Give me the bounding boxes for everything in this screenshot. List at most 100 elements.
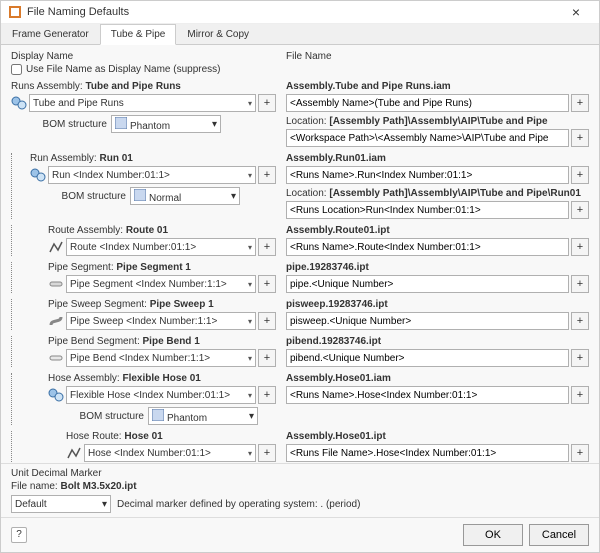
run-loc-input[interactable] <box>286 201 569 219</box>
hoseroute-file-input[interactable] <box>286 444 569 462</box>
content-area: Use File Name as Display Name (suppress)… <box>1 64 599 463</box>
pipesweep-file-add-button[interactable]: + <box>571 312 589 330</box>
pipeseg-display-add-button[interactable]: + <box>258 275 276 293</box>
unit-decimal-title: Unit Decimal Marker <box>11 468 589 479</box>
app-icon <box>9 6 21 18</box>
button-bar: ? OK Cancel <box>1 517 599 552</box>
sweep-icon <box>48 314 64 328</box>
help-button[interactable]: ? <box>11 527 27 543</box>
pipeseg-file-input[interactable] <box>286 275 569 293</box>
hoseroute-label-prefix: Hose Route: <box>66 431 122 442</box>
runs-asm-label-bold: Tube and Pipe Runs <box>85 81 180 92</box>
pipesweep-file-label: pisweep.19283746.ipt <box>286 299 388 310</box>
runs-asm-loc-add-button[interactable]: + <box>571 129 589 147</box>
hoseasm-file-add-button[interactable]: + <box>571 386 589 404</box>
hoseroute-display-add-button[interactable]: + <box>258 444 276 462</box>
hoseasm-display-select[interactable]: Flexible Hose <Index Number:01:1>▾ <box>66 386 256 404</box>
run-asm-display-select[interactable]: Run <Index Number:01:1>▾ <box>48 166 256 184</box>
window-title: File Naming Defaults <box>27 6 561 18</box>
pipesweep-label-bold: Pipe Sweep 1 <box>150 299 214 310</box>
runs-asm-file-input[interactable] <box>286 94 569 112</box>
assembly-icon <box>11 96 27 110</box>
pipesweep-display-select[interactable]: Pipe Sweep <Index Number:1:1>▾ <box>66 312 256 330</box>
route-display-select[interactable]: Route <Index Number:01:1>▾ <box>66 238 256 256</box>
hoseroute-file-add-button[interactable]: + <box>571 444 589 462</box>
bom2-select[interactable]: Normal▾ <box>130 187 240 205</box>
pipebend-label-bold: Pipe Bend 1 <box>143 336 200 347</box>
pipebend-display-add-button[interactable]: + <box>258 349 276 367</box>
hoseroute-display-select[interactable]: Hose <Index Number:01:1>▾ <box>84 444 256 462</box>
use-filename-as-display-label: Use File Name as Display Name (suppress) <box>26 64 221 75</box>
pipesweep-label-prefix: Pipe Sweep Segment: <box>48 299 147 310</box>
run-asm-label-prefix: Run Assembly: <box>30 153 97 164</box>
runs-asm-display-select[interactable]: Tube and Pipe Runs▾ <box>29 94 256 112</box>
route-display-add-button[interactable]: + <box>258 238 276 256</box>
use-filename-as-display-checkbox[interactable] <box>11 64 22 75</box>
run-asm-label-bold: Run 01 <box>99 153 132 164</box>
bom3-label: BOM structure <box>74 411 144 422</box>
run-asm-file-add-button[interactable]: + <box>571 166 589 184</box>
bom1-label: BOM structure <box>37 119 107 130</box>
hoseroute-file-label: Assembly.Hose01.ipt <box>286 431 386 442</box>
hoseasm-label-prefix: Hose Assembly: <box>48 373 120 384</box>
hoseasm-label-bold: Flexible Hose 01 <box>122 373 200 384</box>
run-asm-file-label: Assembly.Run01.iam <box>286 153 386 164</box>
pipesweep-display-add-button[interactable]: + <box>258 312 276 330</box>
tab-bar: Frame Generator Tube & Pipe Mirror & Cop… <box>1 24 599 45</box>
hoseasm-file-label: Assembly.Hose01.iam <box>286 373 391 384</box>
pipebend-file-add-button[interactable]: + <box>571 349 589 367</box>
filename-example: Bolt M3.5x20.ipt <box>60 481 136 492</box>
route-label-bold: Route 01 <box>126 225 168 236</box>
runs-asm-file-label: Assembly.Tube and Pipe Runs.iam <box>286 81 451 92</box>
dialog-window: File Naming Defaults × Frame Generator T… <box>0 0 600 553</box>
unit-decimal-section: Unit Decimal Marker File name: Bolt M3.5… <box>1 463 599 517</box>
run-loc-label-prefix: Location: <box>286 188 327 199</box>
close-button[interactable]: × <box>561 4 591 20</box>
runs-asm-loc-input[interactable] <box>286 129 569 147</box>
assembly-icon <box>30 168 46 182</box>
runs-asm-loc-label-prefix: Location: <box>286 116 327 127</box>
assembly-icon <box>48 388 64 402</box>
hoseasm-display-add-button[interactable]: + <box>258 386 276 404</box>
cancel-button[interactable]: Cancel <box>529 524 589 546</box>
run-loc-add-button[interactable]: + <box>571 201 589 219</box>
bend-icon <box>48 351 64 365</box>
bom2-label: BOM structure <box>56 191 126 202</box>
hoseroute-label-bold: Hose 01 <box>124 431 162 442</box>
bom1-select[interactable]: Phantom▾ <box>111 115 221 133</box>
pipebend-display-select[interactable]: Pipe Bend <Index Number:1:1>▾ <box>66 349 256 367</box>
ok-button[interactable]: OK <box>463 524 523 546</box>
run-loc-label-bold: [Assembly Path]\Assembly\AIP\Tube and Pi… <box>329 188 581 199</box>
route-file-input[interactable] <box>286 238 569 256</box>
route-file-add-button[interactable]: + <box>571 238 589 256</box>
pipebend-file-input[interactable] <box>286 349 569 367</box>
pipeseg-display-select[interactable]: Pipe Segment <Index Number:1:1>▾ <box>66 275 256 293</box>
route-icon <box>66 446 82 460</box>
run-asm-file-input[interactable] <box>286 166 569 184</box>
run-asm-display-add-button[interactable]: + <box>258 166 276 184</box>
runs-asm-file-add-button[interactable]: + <box>571 94 589 112</box>
decimal-marker-select[interactable]: Default▾ <box>11 495 111 513</box>
runs-asm-label-prefix: Runs Assembly: <box>11 81 83 92</box>
pipeseg-file-label: pipe.19283746.ipt <box>286 262 369 273</box>
titlebar: File Naming Defaults × <box>1 1 599 24</box>
hoseasm-file-input[interactable] <box>286 386 569 404</box>
route-icon <box>48 240 64 254</box>
pipeseg-label-prefix: Pipe Segment: <box>48 262 114 273</box>
pipeseg-file-add-button[interactable]: + <box>571 275 589 293</box>
pipesweep-file-input[interactable] <box>286 312 569 330</box>
decimal-note: Decimal marker defined by operating syst… <box>117 499 360 510</box>
route-file-label: Assembly.Route01.ipt <box>286 225 390 236</box>
tab-frame-generator[interactable]: Frame Generator <box>1 24 100 44</box>
tab-tube-and-pipe[interactable]: Tube & Pipe <box>100 24 177 45</box>
runs-asm-display-add-button[interactable]: + <box>258 94 276 112</box>
tab-mirror-and-copy[interactable]: Mirror & Copy <box>176 24 260 44</box>
column-header-display-name: Display Name <box>11 51 276 62</box>
pipebend-label-prefix: Pipe Bend Segment: <box>48 336 140 347</box>
route-label-prefix: Route Assembly: <box>48 225 123 236</box>
bom3-select[interactable]: Phantom▾ <box>148 407 258 425</box>
pipebend-file-label: pibend.19283746.ipt <box>286 336 381 347</box>
runs-asm-loc-label-bold: [Assembly Path]\Assembly\AIP\Tube and Pi… <box>329 116 547 127</box>
filename-label: File name: <box>11 481 58 492</box>
pipe-icon <box>48 277 64 291</box>
